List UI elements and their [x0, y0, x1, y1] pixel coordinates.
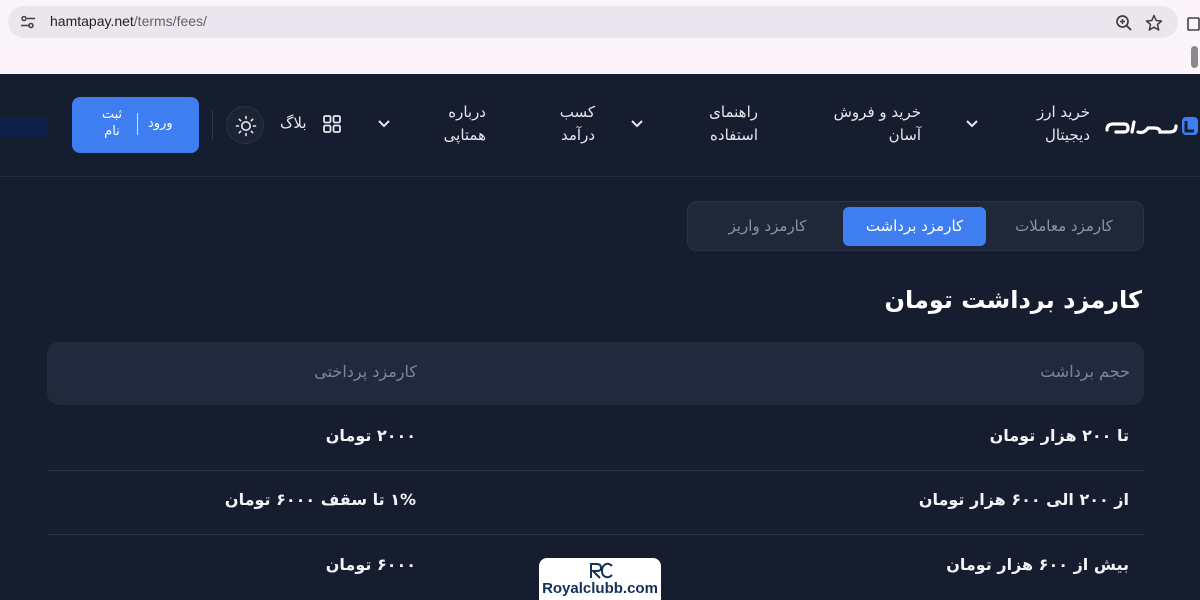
chevron-down-icon[interactable]	[630, 119, 644, 129]
table-row-volume: تا ۲۰۰ هزار تومان	[989, 426, 1129, 445]
nav-about[interactable]: درباره همتاپی	[420, 101, 486, 147]
zoom-icon[interactable]	[1115, 14, 1133, 32]
url-path: /terms/fees/	[133, 13, 207, 29]
table-header: حجم برداشت کارمزد پرداختی	[47, 342, 1144, 405]
chevron-down-icon[interactable]	[377, 119, 391, 129]
table-row-fee: ۶۰۰۰ تومان	[325, 555, 416, 574]
row-divider	[47, 534, 1144, 535]
royalclubb-logo-icon	[590, 562, 613, 579]
table-row-fee: ۲۰۰۰ تومان	[325, 426, 416, 445]
browser-toolbar: hamtapay.net/terms/fees/	[0, 0, 1200, 74]
nav-buy-crypto-line2: دیجیتال	[1044, 126, 1090, 144]
nav-earn[interactable]: کسب درآمد	[545, 101, 595, 147]
tune-icon[interactable]	[20, 14, 36, 30]
nav-buy-crypto-line1: خرید ارز	[1036, 103, 1090, 121]
scrollbar-thumb[interactable]	[1191, 46, 1198, 68]
header-left-banner	[0, 117, 47, 137]
auth-separator	[137, 113, 138, 135]
tab-withdraw-fees[interactable]: کارمزد برداشت	[843, 207, 986, 246]
signup-line2: نام	[104, 124, 120, 139]
url-text[interactable]: hamtapay.net/terms/fees/	[50, 13, 207, 29]
star-icon[interactable]	[1145, 14, 1163, 32]
nav-easy-trade-line2: آسان	[888, 126, 921, 144]
table-row-volume: از ۲۰۰ الی ۶۰۰ هزار تومان	[918, 490, 1129, 509]
nav-guide[interactable]: راهنمای استفاده	[686, 101, 758, 147]
table-row-volume: بیش از ۶۰۰ هزار تومان	[946, 555, 1129, 574]
watermark: Royalclubb.com	[539, 558, 661, 600]
column-header-fee: کارمزد پرداختی	[314, 362, 417, 381]
fee-tabs: کارمزد معاملات کارمزد برداشت کارمزد واری…	[687, 201, 1144, 251]
nav-guide-line2: استفاده	[710, 126, 758, 144]
nav-blog[interactable]: بلاگ	[280, 114, 307, 132]
nav-about-line2: همتاپی	[443, 126, 486, 144]
row-divider	[47, 470, 1144, 471]
nav-about-line1: درباره	[448, 103, 486, 121]
table-row-fee: ۱% تا سقف ۶۰۰۰ تومان	[224, 490, 416, 509]
header-divider	[212, 110, 213, 140]
grid-icon[interactable]	[322, 114, 342, 134]
nav-easy-trade[interactable]: خرید و فروش آسان	[818, 101, 921, 147]
page-title: کارمزد برداشت تومان	[884, 286, 1142, 314]
nav-easy-trade-line1: خرید و فروش	[833, 103, 921, 121]
address-bar[interactable]: hamtapay.net/terms/fees/	[8, 6, 1178, 38]
tab-deposit-fees[interactable]: کارمزد واریز	[696, 207, 839, 246]
signup-button[interactable]: ثبت نام	[94, 106, 130, 140]
nav-buy-crypto[interactable]: خرید ارز دیجیتال	[1020, 101, 1090, 147]
url-domain: hamtapay.net	[50, 13, 134, 29]
extension-icon[interactable]	[1186, 14, 1200, 34]
tab-trade-fees[interactable]: کارمزد معاملات	[990, 207, 1138, 246]
nav-earn-line2: درآمد	[561, 126, 595, 144]
sun-icon	[235, 115, 257, 137]
nav-guide-line1: راهنمای	[709, 103, 758, 121]
theme-toggle-button[interactable]	[226, 106, 264, 144]
column-header-volume: حجم برداشت	[1040, 362, 1130, 381]
chevron-down-icon[interactable]	[965, 119, 979, 129]
auth-button[interactable]: ورود ثبت نام	[72, 97, 199, 153]
watermark-text: Royalclubb.com	[542, 580, 658, 597]
login-button[interactable]: ورود	[148, 116, 173, 131]
site-logo[interactable]	[1104, 110, 1200, 142]
signup-line1: ثبت	[101, 107, 123, 122]
hamtapay-logo-icon	[1105, 117, 1198, 135]
nav-earn-line1: کسب	[559, 103, 595, 121]
